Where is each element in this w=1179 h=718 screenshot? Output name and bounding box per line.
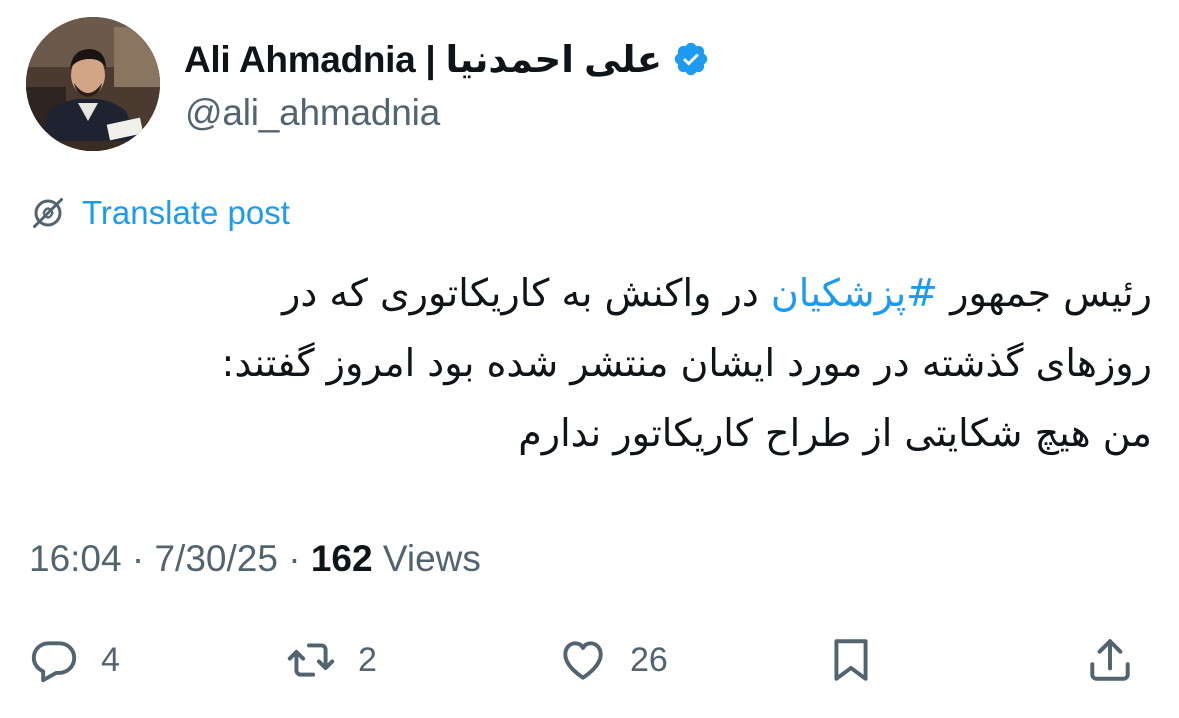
translate-post-link[interactable]: Translate post (30, 193, 290, 233)
post-text-line-3: من هیچ شکایتی از طراح کاریکاتور ندارم (518, 411, 1152, 455)
bookmark-icon (834, 639, 868, 681)
action-bar: 4 2 26 (0, 630, 1179, 690)
reply-count: 4 (101, 640, 120, 679)
retweet-button[interactable]: 2 (286, 630, 377, 690)
views-label: Views (382, 538, 481, 579)
post-time[interactable]: 16:04 (29, 538, 122, 579)
reply-icon (31, 641, 77, 683)
like-button[interactable]: 26 (558, 630, 668, 690)
like-count: 26 (630, 640, 668, 679)
post-text-line-2: روزهای گذشته در مورد ایشان منتشر شده بود… (221, 341, 1152, 385)
share-button[interactable] (1085, 630, 1135, 690)
author-name-row[interactable]: Ali Ahmadnia | علی احمدنیا (184, 36, 710, 82)
verified-badge-icon (674, 42, 708, 76)
meta-separator: · (288, 538, 301, 579)
post-text-part: رئیس جمهور (938, 271, 1152, 315)
retweet-icon (287, 643, 335, 677)
views-count: 162 (310, 538, 373, 579)
bookmark-button[interactable] (826, 630, 876, 690)
post-text-part: در واکنش به کاریکاتوری که در (282, 271, 771, 315)
globe-icon (33, 198, 63, 228)
post-text-line-1: رئیس جمهور #پزشکیان در واکنش به کاریکاتو… (27, 258, 1152, 328)
retweet-count: 2 (358, 640, 377, 679)
post-meta: 16:04 · 7/30/25 · 162 Views (29, 538, 481, 580)
meta-separator: · (131, 538, 145, 579)
reply-button[interactable]: 4 (29, 630, 120, 690)
author-handle[interactable]: @ali_ahmadnia (185, 92, 440, 134)
avatar[interactable] (26, 17, 160, 151)
post-text: رئیس جمهور #پزشکیان در واکنش به کاریکاتو… (27, 258, 1152, 468)
share-icon (1090, 639, 1130, 681)
post-date[interactable]: 7/30/25 (154, 538, 277, 579)
avatar-photo (26, 17, 160, 151)
hashtag-link[interactable]: #پزشکیان (771, 271, 938, 315)
heart-icon (563, 641, 603, 680)
translate-post-label[interactable]: Translate post (82, 194, 290, 232)
author-display-name[interactable]: Ali Ahmadnia | علی احمدنیا (184, 38, 662, 81)
